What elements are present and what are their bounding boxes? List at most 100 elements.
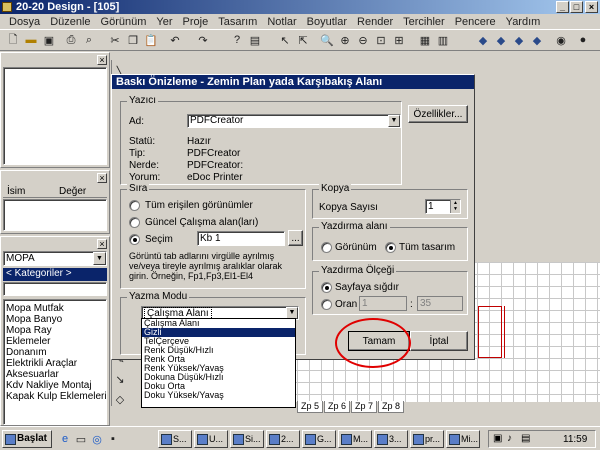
panel-close-button[interactable]: × bbox=[97, 55, 107, 65]
tab-zp5[interactable]: Zp 5 bbox=[297, 401, 323, 413]
zoom-out-icon[interactable]: ⊖ bbox=[354, 31, 372, 49]
ratio-input-2[interactable]: 35 bbox=[417, 296, 463, 311]
tray-volume-icon[interactable]: ♪ bbox=[507, 433, 512, 444]
open-folder-icon[interactable]: ▬ bbox=[22, 31, 40, 49]
menu-tercihler[interactable]: Tercihler bbox=[398, 16, 450, 28]
dropdown-option[interactable]: Doku Yüksek/Yavaş bbox=[142, 391, 295, 400]
plan-view-icon[interactable]: ▦ bbox=[416, 31, 434, 49]
taskbar-item[interactable]: 2... bbox=[266, 430, 300, 448]
list-item[interactable]: Eklemeler bbox=[4, 336, 106, 347]
selection-input[interactable]: Kb 1 bbox=[197, 231, 285, 246]
dropdown-option[interactable]: Çalışma Alanı bbox=[142, 319, 295, 328]
close-button[interactable]: × bbox=[585, 1, 598, 13]
taskbar-item[interactable]: Mi... bbox=[446, 430, 480, 448]
list-item[interactable]: Aksesuarlar bbox=[4, 369, 106, 380]
taskbar-item[interactable]: U... bbox=[194, 430, 228, 448]
zoom-window-icon[interactable]: ⊡ bbox=[372, 31, 390, 49]
save-icon[interactable]: ▣ bbox=[40, 31, 58, 49]
menu-proje[interactable]: Proje bbox=[178, 16, 214, 28]
cut-icon[interactable]: ✂ bbox=[106, 31, 124, 49]
tray-app-icon[interactable]: ▤ bbox=[521, 433, 530, 444]
list-item[interactable]: Mopa Ray bbox=[4, 325, 106, 336]
category-empty-area bbox=[3, 282, 107, 296]
tool-tag-icon[interactable]: ◇ bbox=[111, 390, 129, 408]
category-select[interactable]: < Kategoriler > bbox=[3, 268, 107, 281]
properties-button[interactable]: Özellikler... bbox=[408, 105, 468, 123]
tab-zp7[interactable]: Zp 7 bbox=[351, 401, 377, 413]
browse-button[interactable]: ... bbox=[288, 230, 303, 246]
taskbar-item[interactable]: pr... bbox=[410, 430, 444, 448]
new-file-icon[interactable]: 🗋 bbox=[4, 31, 22, 49]
radio-current-area[interactable] bbox=[129, 217, 140, 228]
clock[interactable]: 11:59 bbox=[563, 434, 587, 445]
radio-selection[interactable] bbox=[129, 234, 140, 245]
cube-view-4-icon[interactable]: ◆ bbox=[528, 31, 546, 49]
print-preview-icon[interactable]: ⌕ bbox=[80, 31, 98, 49]
menu-duzenle[interactable]: Düzenle bbox=[45, 16, 95, 28]
list-item[interactable]: Mopa Banyo bbox=[4, 314, 106, 325]
menu-boyutlar[interactable]: Boyutlar bbox=[302, 16, 352, 28]
comment-value: eDoc Printer bbox=[187, 172, 243, 183]
taskbar-item[interactable]: 3... bbox=[374, 430, 408, 448]
copies-input[interactable]: 1 ▲ ▼ bbox=[425, 199, 461, 214]
menu-render[interactable]: Render bbox=[352, 16, 398, 28]
properties-icon[interactable]: ▤ bbox=[246, 31, 264, 49]
menu-notlar[interactable]: Notlar bbox=[262, 16, 301, 28]
menu-yardim[interactable]: Yardım bbox=[501, 16, 546, 28]
taskbar-item[interactable]: M... bbox=[338, 430, 372, 448]
tab-zp8[interactable]: Zp 8 bbox=[378, 401, 404, 413]
quicklaunch-app-icon[interactable]: ▪ bbox=[104, 430, 122, 448]
help-icon[interactable]: ? bbox=[228, 31, 246, 49]
zoom-icon[interactable]: 🔍 bbox=[318, 31, 336, 49]
catalog-list: Mopa Mutfak Mopa Banyo Mopa Ray Eklemele… bbox=[3, 299, 107, 425]
ratio-input-1[interactable]: 1 bbox=[359, 296, 407, 311]
catalog-select[interactable]: MOPA ▼ bbox=[3, 251, 107, 266]
zoom-fit-icon[interactable]: ⊞ bbox=[390, 31, 408, 49]
cube-view-3-icon[interactable]: ◆ bbox=[510, 31, 528, 49]
undo-icon[interactable]: ↶ bbox=[166, 31, 184, 49]
spinner-icon[interactable]: ▲ ▼ bbox=[450, 200, 460, 213]
cube-view-2-icon[interactable]: ◆ bbox=[492, 31, 510, 49]
printer-select[interactable]: PDFCreator ▼ bbox=[187, 114, 401, 128]
render-eye-icon[interactable]: ◉ bbox=[552, 31, 570, 49]
menu-dosya[interactable]: Dosya bbox=[4, 16, 45, 28]
catalog-panel-close-button[interactable]: × bbox=[97, 239, 107, 249]
tab-zp6[interactable]: Zp 6 bbox=[324, 401, 350, 413]
tool-dimension-icon[interactable]: ↘ bbox=[111, 370, 129, 388]
menu-tasarim[interactable]: Tasarım bbox=[213, 16, 262, 28]
select-arrow-icon[interactable]: ↖ bbox=[276, 31, 294, 49]
property-panel-close-button[interactable]: × bbox=[97, 173, 107, 183]
render-sphere-icon[interactable]: ● bbox=[574, 31, 592, 49]
radio-all-design[interactable] bbox=[385, 242, 396, 253]
copy-icon[interactable]: ❐ bbox=[124, 31, 142, 49]
elevation-view-icon[interactable]: ▥ bbox=[434, 31, 452, 49]
taskbar-item[interactable]: S... bbox=[158, 430, 192, 448]
list-item[interactable]: Donanım bbox=[4, 347, 106, 358]
radio-all-views[interactable] bbox=[129, 200, 140, 211]
select-multi-icon[interactable]: ⇱ bbox=[294, 31, 312, 49]
list-item[interactable]: Mopa Mutfak bbox=[4, 303, 106, 314]
minimize-button[interactable]: _ bbox=[556, 1, 569, 13]
radio-selection-label: Seçim bbox=[145, 234, 173, 245]
taskbar-item[interactable]: Si... bbox=[230, 430, 264, 448]
paste-icon[interactable]: 📋 bbox=[142, 31, 160, 49]
zoom-in-icon[interactable]: ⊕ bbox=[336, 31, 354, 49]
menu-yer[interactable]: Yer bbox=[151, 16, 177, 28]
start-button[interactable]: Başlat bbox=[2, 430, 52, 448]
list-item[interactable]: Kdv Nakliye Montaj bbox=[4, 380, 106, 391]
redo-icon[interactable]: ↷ bbox=[194, 31, 212, 49]
comment-label: Yorum: bbox=[129, 172, 161, 183]
list-item[interactable]: Kapak Kulp Eklemeleri bbox=[4, 391, 106, 402]
cancel-button[interactable]: İptal bbox=[410, 331, 468, 351]
maximize-button[interactable]: □ bbox=[570, 1, 583, 13]
menu-gorunum[interactable]: Görünüm bbox=[96, 16, 152, 28]
print-icon[interactable]: ⎙ bbox=[62, 31, 80, 49]
radio-view[interactable] bbox=[321, 242, 332, 253]
radio-fit-page[interactable] bbox=[321, 282, 332, 293]
cube-view-1-icon[interactable]: ◆ bbox=[474, 31, 492, 49]
menu-pencere[interactable]: Pencere bbox=[450, 16, 501, 28]
list-item[interactable]: Elektrikli Araçlar bbox=[4, 358, 106, 369]
radio-ratio[interactable] bbox=[321, 299, 332, 310]
tray-network-icon[interactable]: ▣ bbox=[493, 433, 502, 444]
taskbar-item[interactable]: G... bbox=[302, 430, 336, 448]
